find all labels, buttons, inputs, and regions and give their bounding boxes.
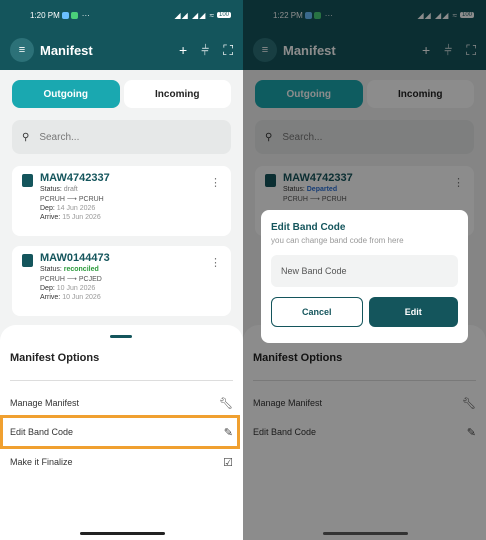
phone-screen-left: 1:20 PM ··· ◢◢ ◢◢ ≈ 100 ≡ Manifest + ⫩ ⛶… [0, 0, 243, 540]
search-input[interactable]: ⚲ Search... [12, 120, 231, 154]
add-icon[interactable]: + [179, 42, 187, 59]
more-options-icon[interactable]: ⋮ [210, 176, 221, 189]
scan-icon[interactable]: ⛶ [223, 42, 233, 59]
status-label: Status: [40, 186, 62, 193]
band-code-input[interactable]: New Band Code [271, 255, 458, 287]
wrench-icon: 🔧︎ [219, 397, 233, 410]
option-label: Make it Finalize [10, 457, 73, 467]
awb-number: MAW4742337 [40, 172, 110, 184]
checkbox-icon: ☑ [223, 456, 233, 469]
document-icon [22, 254, 33, 267]
status-label: Status: [40, 266, 62, 273]
option-make-finalize[interactable]: Make it Finalize ☑ [10, 452, 233, 472]
arrow-right-icon: ⟶ [66, 276, 77, 283]
search-placeholder: Search... [39, 131, 80, 143]
route-from: PCRUH [40, 196, 65, 203]
filter-icon[interactable]: ⫩ [201, 42, 209, 59]
more-options-icon[interactable]: ⋮ [210, 256, 221, 269]
divider [10, 380, 233, 381]
manifest-card[interactable]: MAW4742337 Status: draft PCRUH ⟶ PCRUH D… [12, 166, 231, 236]
document-icon [22, 174, 33, 187]
phone-screen-right: 1:22 PM ··· ◢◢ ◢◢ ≈ 100 ≡ Manifest + ⫩ ⛶… [243, 0, 486, 540]
status-value: draft [63, 186, 78, 193]
sheet-title: Manifest Options [10, 352, 100, 364]
status-time: 1:20 PM [30, 10, 60, 20]
route-from: PCRUH [40, 276, 65, 283]
dialog-subtitle: you can change band code from here [271, 236, 404, 245]
gesture-bar [80, 532, 165, 535]
menu-button[interactable]: ≡ [10, 38, 34, 62]
arrive-label: Arrive: [40, 294, 61, 301]
signal-icons: ◢◢ ◢◢ ≈ [174, 10, 215, 20]
tab-incoming[interactable]: Incoming [123, 80, 231, 108]
whatsapp-icon [70, 11, 78, 19]
option-manage-manifest[interactable]: Manage Manifest 🔧︎ [10, 393, 233, 413]
manifest-card[interactable]: MAW0144473 Status: reconciled PCRUH ⟶ PC… [12, 246, 231, 316]
sheet-handle[interactable] [110, 335, 132, 338]
status-value: reconciled [63, 266, 99, 273]
route-to: PCRUH [78, 196, 104, 203]
battery-icon: 100 [216, 12, 231, 18]
option-label: Manage Manifest [10, 398, 80, 408]
highlight-box [0, 415, 240, 449]
band-code-placeholder: New Band Code [281, 266, 347, 276]
search-icon: ⚲ [22, 131, 30, 143]
route-to: PCJED [78, 276, 102, 283]
dep-label: Dep: [40, 285, 55, 292]
status-dots: ··· [81, 10, 90, 20]
menu-icon: ≡ [18, 44, 26, 56]
dep-date: 14 Jun 2026 [56, 205, 96, 212]
arrive-date: 15 Jun 2026 [62, 214, 101, 221]
gesture-bar [323, 532, 408, 535]
notification-icon [61, 11, 69, 19]
status-bar: 1:20 PM ··· ◢◢ ◢◢ ≈ 100 [0, 0, 243, 30]
page-title: Manifest [40, 42, 93, 58]
tab-outgoing[interactable]: Outgoing [12, 80, 120, 108]
dep-date: 10 Jun 2026 [56, 285, 96, 292]
cancel-button[interactable]: Cancel [271, 297, 363, 327]
arrow-right-icon: ⟶ [66, 196, 77, 203]
edit-band-code-dialog: Edit Band Code you can change band code … [261, 210, 468, 343]
edit-button[interactable]: Edit [368, 297, 458, 327]
dialog-title: Edit Band Code [271, 222, 346, 233]
tab-switcher: Outgoing Incoming [12, 80, 231, 108]
dep-label: Dep: [40, 205, 55, 212]
arrive-date: 10 Jun 2026 [62, 294, 101, 301]
arrive-label: Arrive: [40, 214, 61, 221]
awb-number: MAW0144473 [40, 252, 110, 264]
app-bar: ≡ Manifest + ⫩ ⛶ [0, 30, 243, 70]
